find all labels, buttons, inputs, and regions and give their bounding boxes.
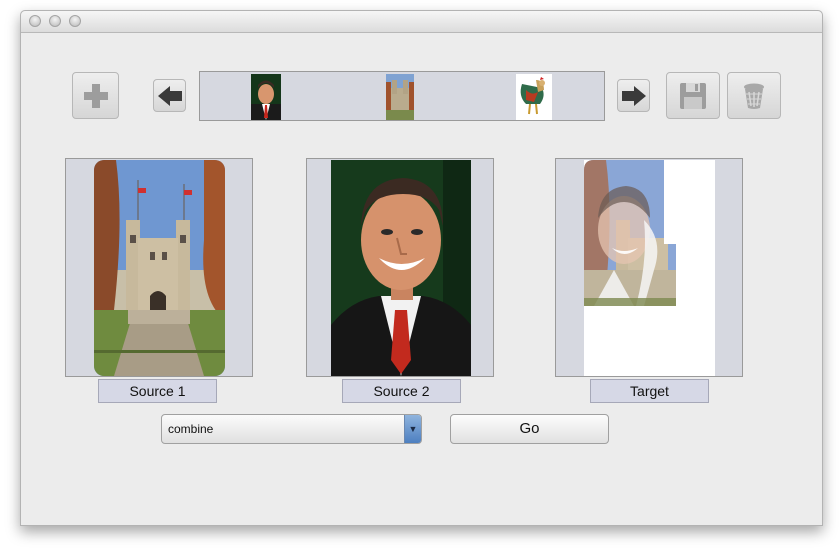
save-button[interactable] bbox=[666, 72, 720, 119]
add-button[interactable] bbox=[72, 72, 119, 119]
app-window: Source 1 Source 2 Target combine ▼ Go bbox=[20, 10, 823, 526]
chevron-down-icon[interactable]: ▼ bbox=[404, 415, 421, 443]
thumbnail-strip[interactable] bbox=[199, 71, 605, 121]
source2-panel[interactable] bbox=[306, 158, 494, 377]
source1-panel[interactable] bbox=[65, 158, 253, 377]
source1-label: Source 1 bbox=[98, 379, 217, 403]
close-window-button[interactable] bbox=[29, 15, 41, 27]
titlebar bbox=[21, 11, 822, 33]
arrow-left-icon bbox=[157, 85, 182, 106]
floppy-disk-icon bbox=[680, 82, 706, 109]
target-image bbox=[584, 160, 715, 376]
target-panel[interactable] bbox=[555, 158, 743, 377]
source2-label: Source 2 bbox=[342, 379, 461, 403]
plus-icon bbox=[83, 83, 108, 108]
source1-image bbox=[94, 160, 225, 376]
operation-select[interactable]: combine ▼ bbox=[161, 414, 422, 444]
go-button[interactable]: Go bbox=[450, 414, 609, 444]
arrow-right-icon bbox=[621, 85, 646, 106]
previous-button[interactable] bbox=[153, 79, 186, 112]
thumbnail-portrait[interactable] bbox=[251, 74, 281, 120]
next-button[interactable] bbox=[617, 79, 650, 112]
delete-button[interactable] bbox=[727, 72, 781, 119]
zoom-window-button[interactable] bbox=[69, 15, 81, 27]
trash-can-icon bbox=[744, 83, 764, 109]
minimize-window-button[interactable] bbox=[49, 15, 61, 27]
target-label: Target bbox=[590, 379, 709, 403]
thumbnail-rooster[interactable] bbox=[516, 74, 552, 120]
thumbnail-building[interactable] bbox=[386, 74, 414, 120]
operation-select-value: combine bbox=[168, 422, 214, 436]
source2-image bbox=[331, 160, 471, 376]
